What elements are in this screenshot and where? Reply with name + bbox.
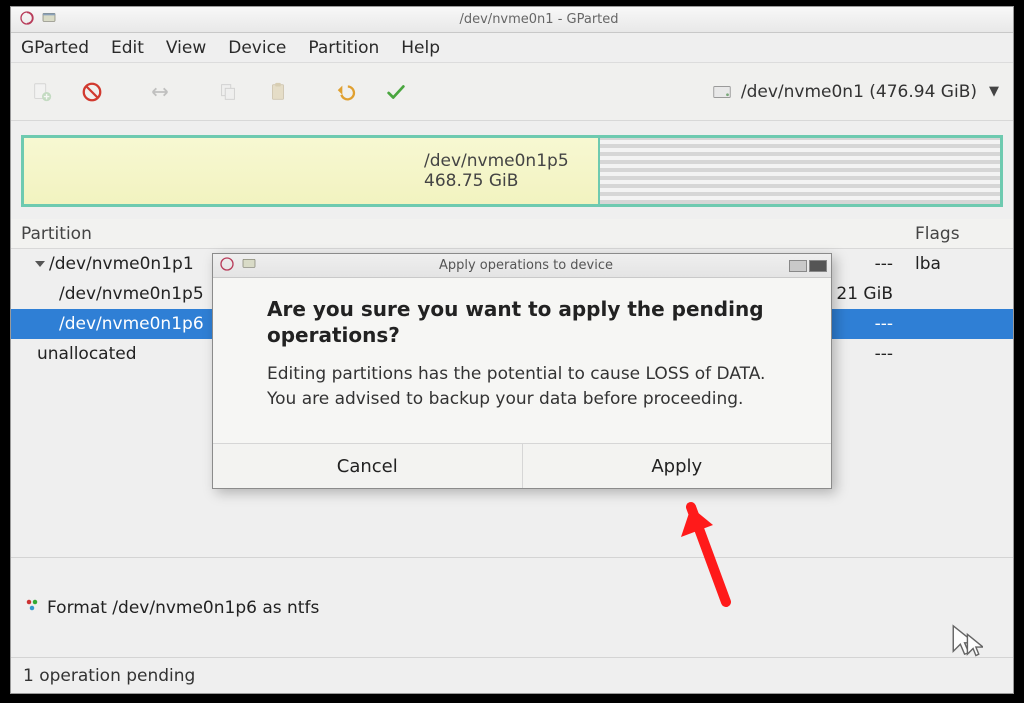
device-picker[interactable]: /dev/nvme0n1 (476.94 GiB) ▼ [711, 81, 1005, 103]
cancel-button[interactable]: Cancel [213, 444, 523, 488]
dialog-title: Apply operations to device [263, 258, 789, 273]
dialog-titlebar[interactable]: Apply operations to device [213, 254, 831, 278]
apply-button[interactable]: Apply [523, 444, 832, 488]
new-partition-button[interactable] [19, 72, 65, 112]
partition-segment-main[interactable]: /dev/nvme0n1p5 468.75 GiB [24, 138, 598, 204]
dialog-heading: Are you sure you want to apply the pendi… [267, 296, 791, 348]
delete-button[interactable] [69, 72, 115, 112]
menu-edit[interactable]: Edit [111, 38, 144, 58]
harddrive-icon [711, 81, 733, 103]
statusbar-text: 1 operation pending [23, 666, 195, 686]
partition-map[interactable]: /dev/nvme0n1p5 468.75 GiB [11, 121, 1013, 219]
menu-view[interactable]: View [166, 38, 206, 58]
dialog-window-controls[interactable] [789, 260, 831, 272]
segment-size: 468.75 GiB [424, 171, 598, 191]
undo-button[interactable] [323, 72, 369, 112]
main-titlebar[interactable]: /dev/nvme0n1 - GParted [11, 7, 1013, 33]
window-title: /dev/nvme0n1 - GParted [65, 12, 1013, 27]
app-icon [241, 256, 257, 276]
format-icon [23, 596, 41, 619]
copy-button[interactable] [205, 72, 251, 112]
partition-segment-unallocated[interactable] [598, 138, 1000, 204]
menu-gparted[interactable]: GParted [21, 38, 89, 58]
toolbar: /dev/nvme0n1 (476.94 GiB) ▼ [11, 63, 1013, 121]
menu-partition[interactable]: Partition [308, 38, 379, 58]
app-icon [41, 10, 57, 30]
header-flags[interactable]: Flags [903, 224, 1013, 244]
debian-swirl-icon [19, 10, 35, 30]
header-partition[interactable]: Partition [11, 224, 221, 244]
menubar: GParted Edit View Device Partition Help [11, 33, 1013, 63]
table-header[interactable]: Partition Flags [11, 219, 1013, 249]
chevron-down-icon: ▼ [989, 84, 999, 99]
pending-operations: Format /dev/nvme0n1p6 as ntfs [11, 557, 1013, 657]
main-window: /dev/nvme0n1 - GParted GParted Edit View… [10, 6, 1014, 694]
menu-help[interactable]: Help [401, 38, 440, 58]
debian-swirl-icon [219, 256, 235, 276]
statusbar: 1 operation pending [11, 657, 1013, 693]
resize-button[interactable] [137, 72, 183, 112]
apply-button-toolbar[interactable] [373, 72, 419, 112]
menu-device[interactable]: Device [228, 38, 286, 58]
apply-confirm-dialog: Apply operations to device Are you sure … [212, 253, 832, 489]
pending-op-text: Format /dev/nvme0n1p6 as ntfs [47, 598, 319, 618]
device-picker-label: /dev/nvme0n1 (476.94 GiB) [741, 82, 977, 102]
dialog-body: Editing partitions has the potential to … [267, 362, 791, 411]
paste-button[interactable] [255, 72, 301, 112]
expander-icon[interactable] [35, 261, 45, 267]
segment-name: /dev/nvme0n1p5 [424, 151, 598, 171]
